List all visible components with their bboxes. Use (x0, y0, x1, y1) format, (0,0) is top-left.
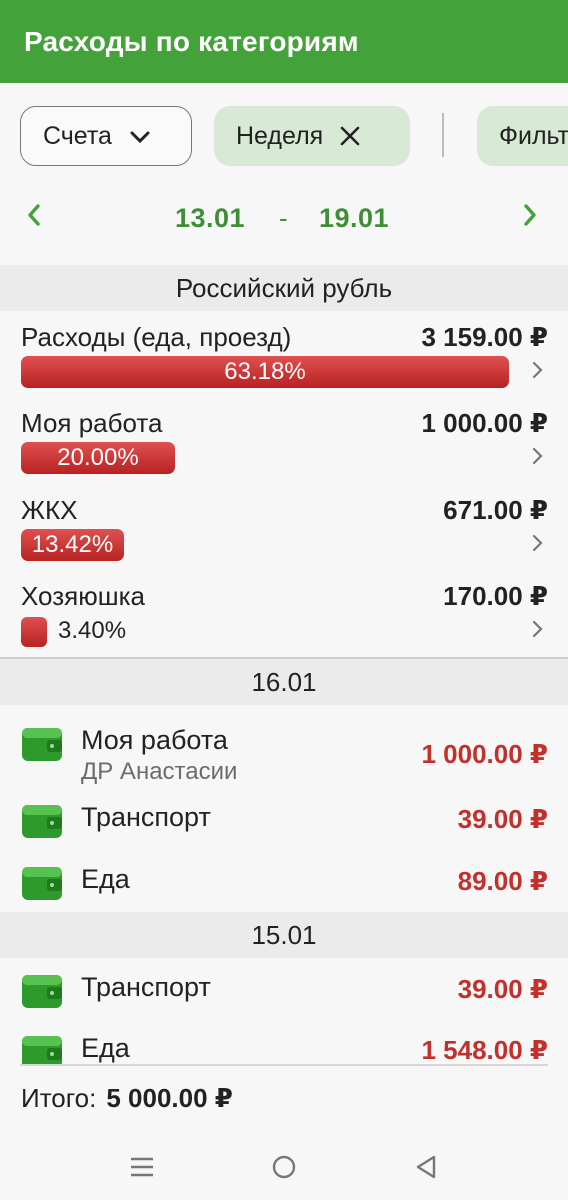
category-row[interactable]: ЖКХ 671.00 ₽ 13.42% (0, 487, 568, 573)
day-header: 15.01 (0, 912, 568, 958)
category-amount: 671.00 ₽ (443, 495, 548, 525)
transaction-row[interactable]: Транспорт 39.00 ₽ (0, 790, 568, 852)
wallet-icon (21, 864, 63, 902)
category-name: Расходы (еда, проезд) (21, 322, 292, 352)
category-amount: 1 000.00 ₽ (421, 408, 548, 438)
chevron-left-icon[interactable] (26, 201, 42, 235)
home-circle-icon[interactable] (271, 1154, 297, 1185)
category-row[interactable]: Моя работа 1 000.00 ₽ 20.00% (0, 400, 568, 486)
category-share-bar: 63.18% (21, 356, 509, 388)
wallet-icon (21, 972, 63, 1010)
list-bottom-divider (20, 1064, 548, 1066)
category-row[interactable]: Хозяюшка 170.00 ₽ 3.40% (0, 573, 568, 659)
category-amount: 170.00 ₽ (443, 581, 548, 611)
currency-header: Российский рубль (0, 265, 568, 311)
filter-chip[interactable]: Фильтр (477, 106, 568, 166)
filter-chips-row: Счета Неделя Фильтр (0, 83, 568, 193)
period-end-date[interactable]: 19.01 (319, 203, 389, 234)
transaction-amount: 39.00 ₽ (457, 974, 548, 1004)
wallet-icon (21, 725, 63, 763)
transaction-amount: 39.00 ₽ (457, 804, 548, 834)
category-percent: 63.18% (224, 358, 306, 385)
period-chip-label: Неделя (236, 121, 324, 150)
chevron-right-icon[interactable] (522, 201, 538, 235)
transaction-row[interactable]: Транспорт 39.00 ₽ (0, 960, 568, 1022)
transaction-category: Транспорт (81, 972, 211, 1002)
chevron-right-icon (531, 531, 545, 555)
period-navigator: 13.01 - 19.01 (0, 193, 568, 263)
transaction-row[interactable]: Моя работа ДР Анастасии 1 000.00 ₽ (0, 713, 568, 785)
transaction-category: Моя работа (81, 725, 228, 755)
category-share-bar (21, 617, 47, 647)
transaction-category: Еда (81, 864, 130, 894)
category-share-bar: 20.00% (21, 442, 175, 474)
category-row[interactable]: Расходы (еда, проезд) 3 159.00 ₽ 63.18% (0, 314, 568, 400)
filter-chip-label: Фильтр (499, 121, 568, 150)
category-percent: 3.40% (58, 617, 127, 644)
system-nav-bar (0, 1140, 568, 1200)
transaction-row[interactable]: Еда 89.00 ₽ (0, 852, 568, 914)
transaction-row[interactable]: Еда 1 548.00 ₽ (0, 1021, 568, 1064)
total-summary: Итого: 5 000.00 ₽ (21, 1083, 233, 1114)
accounts-chip[interactable]: Счета (20, 106, 192, 166)
category-name: Хозяюшка (21, 581, 145, 611)
transaction-amount: 89.00 ₽ (457, 866, 548, 896)
category-percent: 20.00% (57, 444, 139, 471)
transactions-list[interactable]: 16.01 Моя работа ДР Анастасии 1 000.00 ₽… (0, 659, 568, 1064)
total-label: Итого: (21, 1083, 97, 1113)
category-share-bar: 13.42% (21, 529, 124, 561)
close-icon[interactable] (339, 119, 361, 153)
transaction-category: Еда (81, 1033, 130, 1063)
period-chip[interactable]: Неделя (214, 106, 410, 166)
transaction-category: Транспорт (81, 802, 211, 832)
period-start-date[interactable]: 13.01 (175, 203, 245, 234)
chevron-right-icon (531, 444, 545, 468)
category-name: ЖКХ (21, 495, 78, 525)
page-title: Расходы по категориям (24, 25, 359, 57)
transaction-note: ДР Анастасии (81, 758, 238, 785)
day-header: 16.01 (0, 659, 568, 705)
wallet-icon (21, 802, 63, 840)
transaction-amount: 1 548.00 ₽ (421, 1035, 548, 1064)
menu-icon[interactable] (129, 1154, 155, 1185)
category-amount: 3 159.00 ₽ (421, 322, 548, 352)
transaction-amount: 1 000.00 ₽ (421, 739, 548, 769)
back-triangle-icon[interactable] (414, 1154, 438, 1185)
category-percent: 13.42% (31, 531, 114, 558)
chevron-down-icon (130, 122, 150, 151)
wallet-icon (21, 1033, 63, 1064)
chevron-right-icon (531, 617, 545, 641)
accounts-chip-label: Счета (43, 121, 112, 150)
app-bar: Расходы по категориям (0, 0, 568, 83)
period-separator: - (279, 203, 288, 233)
chip-divider (442, 113, 444, 157)
chevron-right-icon (531, 358, 545, 382)
category-name: Моя работа (21, 408, 163, 438)
total-value: 5 000.00 ₽ (106, 1083, 233, 1113)
